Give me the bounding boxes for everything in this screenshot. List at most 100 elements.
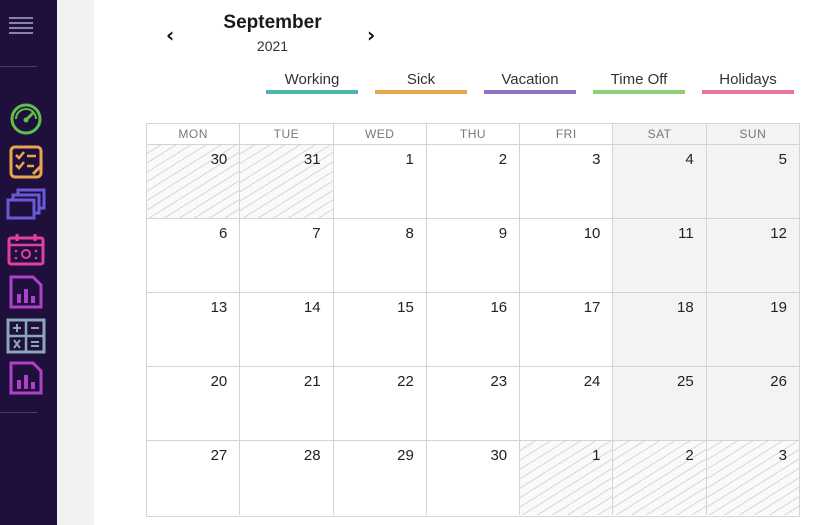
day-number: 24 bbox=[583, 373, 601, 390]
day-cell[interactable]: 16 bbox=[426, 293, 521, 367]
day-number: 9 bbox=[498, 225, 508, 242]
day-cell[interactable]: 13 bbox=[147, 293, 241, 367]
day-cell[interactable]: 30 bbox=[427, 441, 521, 515]
day-number: 31 bbox=[303, 151, 321, 168]
legend-item-sick[interactable]: Sick bbox=[375, 71, 467, 94]
day-number: 28 bbox=[303, 447, 321, 464]
day-cell[interactable]: 7 bbox=[240, 219, 334, 293]
day-cell[interactable]: 28 bbox=[240, 441, 334, 515]
day-number: 16 bbox=[490, 299, 508, 316]
day-number: 23 bbox=[490, 373, 508, 390]
day-number: 11 bbox=[678, 225, 694, 242]
day-cell[interactable]: 12 bbox=[706, 219, 799, 293]
day-number: 15 bbox=[397, 299, 414, 316]
legend-item-working[interactable]: Working bbox=[266, 71, 358, 94]
report-chart-icon[interactable] bbox=[6, 360, 46, 396]
legend-label: Sick bbox=[406, 71, 436, 88]
day-cell[interactable]: 23 bbox=[426, 367, 521, 441]
day-number: 25 bbox=[677, 373, 694, 390]
day-number: 5 bbox=[778, 151, 787, 168]
legend-item-holidays[interactable]: Holidays bbox=[702, 71, 794, 94]
day-cell[interactable]: 14 bbox=[240, 293, 334, 367]
weekday-header: MON TUE WED THU FRI SAT SUN bbox=[147, 124, 799, 145]
day-number: 27 bbox=[210, 447, 228, 464]
weekday-thu: THU bbox=[426, 124, 521, 145]
day-cell-other-month[interactable]: 1 bbox=[520, 441, 614, 515]
day-cell[interactable]: 5 bbox=[706, 145, 799, 219]
day-cell[interactable]: 18 bbox=[613, 293, 707, 367]
day-number: 8 bbox=[405, 225, 414, 242]
day-cell[interactable]: 11 bbox=[613, 219, 707, 293]
legend-label: Working bbox=[284, 71, 340, 88]
day-number: 18 bbox=[677, 299, 694, 316]
day-number: 26 bbox=[770, 373, 787, 390]
day-cell[interactable]: 26 bbox=[706, 367, 799, 441]
legend-item-vacation[interactable]: Vacation bbox=[484, 71, 576, 94]
legend-label: Vacation bbox=[501, 71, 559, 88]
day-cell-other-month[interactable]: 2 bbox=[613, 441, 707, 515]
weekday-sun: SUN bbox=[706, 124, 799, 145]
day-cell-other-month[interactable]: 3 bbox=[706, 441, 799, 515]
calendar-grid: MON TUE WED THU FRI SAT SUN 30 31 1 2 3 4 5 6 7 8 9 10 11 1… bbox=[146, 123, 800, 517]
week-row: 13 14 15 16 17 18 19 bbox=[147, 293, 799, 367]
legend-color-bar bbox=[593, 90, 685, 94]
day-cell[interactable]: 4 bbox=[613, 145, 707, 219]
day-number: 30 bbox=[210, 151, 228, 168]
day-number: 3 bbox=[778, 447, 787, 464]
speedometer-icon[interactable] bbox=[6, 100, 46, 136]
sidebar-divider bbox=[0, 66, 37, 67]
day-cell[interactable]: 1 bbox=[333, 145, 427, 219]
day-cell-other-month[interactable]: 31 bbox=[240, 145, 334, 219]
day-cell[interactable]: 29 bbox=[334, 441, 427, 515]
day-cell[interactable]: 25 bbox=[613, 367, 707, 441]
day-number: 29 bbox=[397, 447, 414, 464]
day-cell-other-month[interactable]: 30 bbox=[147, 145, 241, 219]
calculator-icon[interactable] bbox=[6, 318, 46, 354]
legend-color-bar bbox=[702, 90, 794, 94]
weekday-mon: MON bbox=[147, 124, 241, 145]
day-number: 1 bbox=[592, 447, 601, 464]
day-number: 3 bbox=[592, 151, 601, 168]
day-cell[interactable]: 27 bbox=[147, 441, 241, 515]
weeks: 30 31 1 2 3 4 5 6 7 8 9 10 11 12 13 14 15 16 17 18 19 20 21 22 2… bbox=[147, 145, 799, 515]
legend-label: Time Off bbox=[610, 71, 668, 88]
weekday-wed: WED bbox=[333, 124, 427, 145]
day-number: 6 bbox=[218, 225, 228, 242]
weekday-fri: FRI bbox=[520, 124, 614, 145]
month-title: September bbox=[223, 12, 322, 33]
day-number: 19 bbox=[770, 299, 787, 316]
calendar-icon[interactable] bbox=[6, 231, 46, 267]
day-cell[interactable]: 22 bbox=[333, 367, 427, 441]
day-cell[interactable]: 2 bbox=[426, 145, 521, 219]
day-cell[interactable]: 19 bbox=[706, 293, 799, 367]
report-chart-icon[interactable] bbox=[6, 274, 46, 310]
chevron-right-icon[interactable]: › bbox=[367, 25, 375, 45]
chevron-left-icon[interactable]: ‹ bbox=[166, 25, 174, 45]
legend-color-bar bbox=[266, 90, 358, 94]
sidebar bbox=[0, 0, 57, 525]
day-cell[interactable]: 20 bbox=[147, 367, 241, 441]
day-cell[interactable]: 8 bbox=[333, 219, 427, 293]
legend-color-bar bbox=[484, 90, 576, 94]
day-cell[interactable]: 24 bbox=[520, 367, 614, 441]
day-cell[interactable]: 17 bbox=[520, 293, 614, 367]
day-cell[interactable]: 3 bbox=[520, 145, 614, 219]
week-row: 30 31 1 2 3 4 5 bbox=[147, 145, 799, 219]
day-number: 10 bbox=[583, 225, 601, 242]
day-number: 21 bbox=[303, 373, 321, 390]
day-cell[interactable]: 6 bbox=[147, 219, 241, 293]
day-number: 12 bbox=[770, 225, 787, 242]
day-number: 30 bbox=[490, 447, 508, 464]
year-label: 2021 bbox=[256, 38, 289, 54]
legend-item-time-off[interactable]: Time Off bbox=[593, 71, 685, 94]
day-cell[interactable]: 21 bbox=[240, 367, 334, 441]
day-cell[interactable]: 10 bbox=[520, 219, 614, 293]
hamburger-menu-icon[interactable] bbox=[9, 17, 33, 37]
day-number: 2 bbox=[498, 151, 508, 168]
day-number: 13 bbox=[210, 299, 228, 316]
day-cell[interactable]: 15 bbox=[333, 293, 427, 367]
checklist-icon[interactable] bbox=[6, 144, 46, 180]
stacked-windows-icon[interactable] bbox=[6, 187, 46, 223]
weekday-tue: TUE bbox=[240, 124, 334, 145]
day-cell[interactable]: 9 bbox=[426, 219, 521, 293]
